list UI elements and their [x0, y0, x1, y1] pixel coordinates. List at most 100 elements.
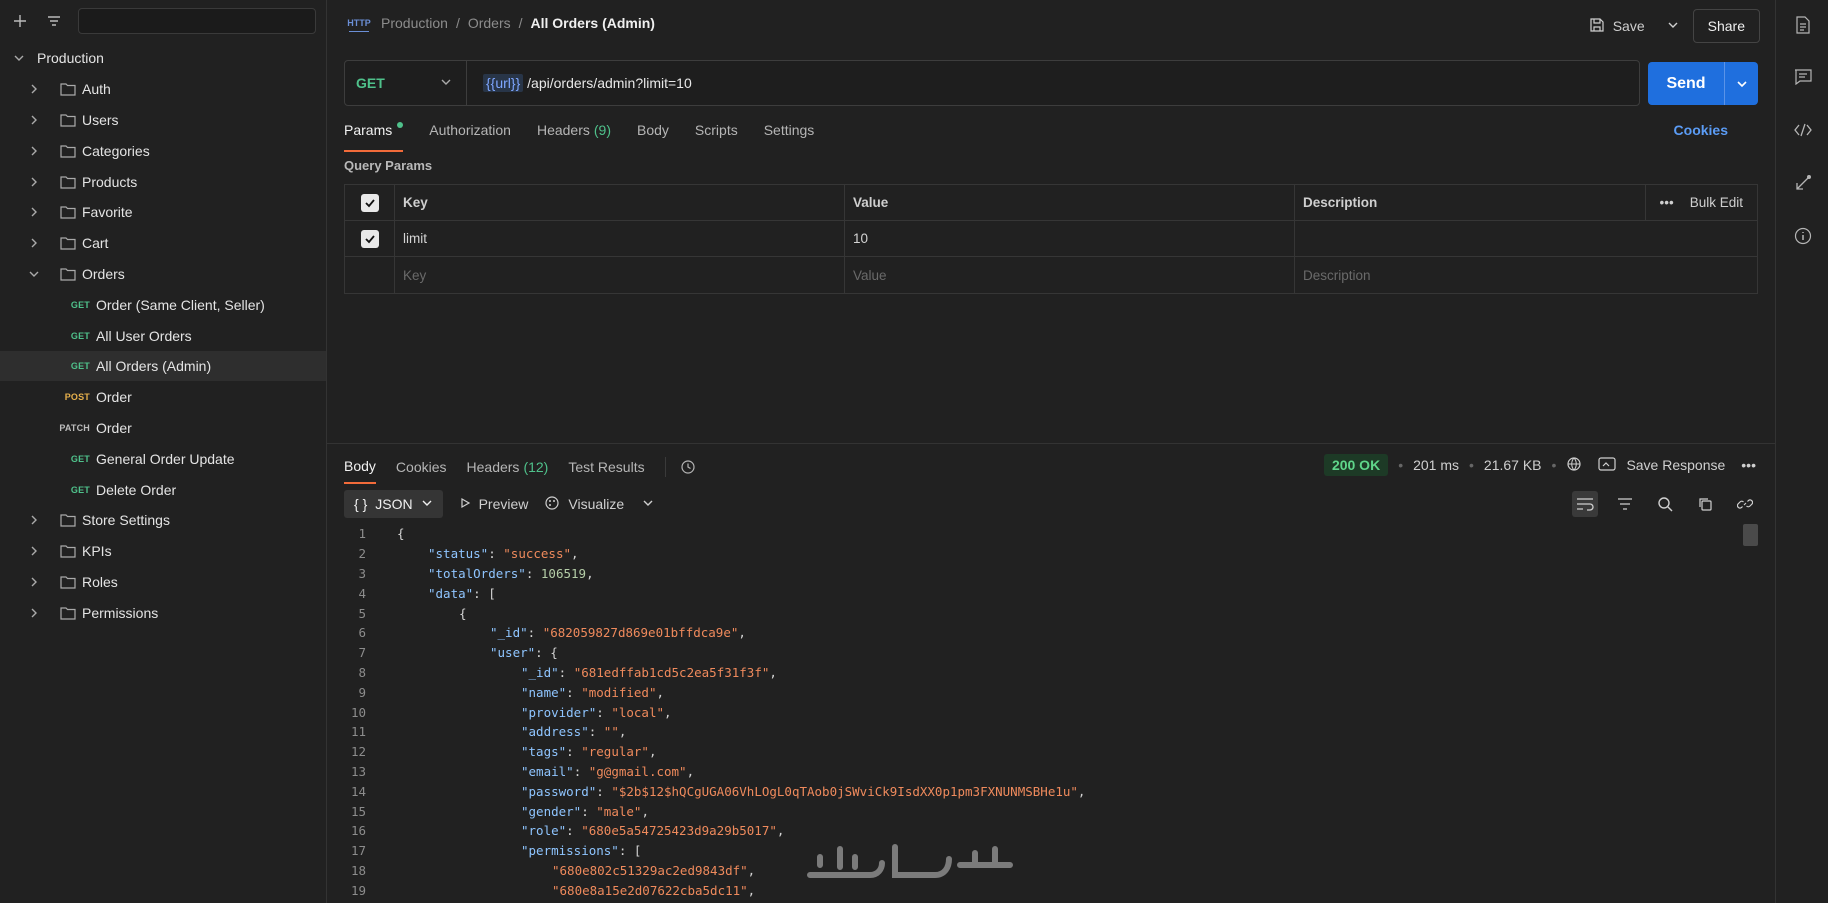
bulk-edit-button[interactable]: Bulk Edit: [1690, 195, 1743, 210]
collection-production[interactable]: Production: [0, 43, 326, 73]
code-text: "totalOrders": 106519,: [397, 566, 594, 581]
response-size[interactable]: 21.67 KB: [1484, 457, 1542, 473]
folder-store-settings[interactable]: Store Settings: [0, 505, 326, 535]
request-item[interactable]: POST Order: [0, 382, 326, 412]
row-check-cell: [345, 257, 395, 293]
wrap-lines-icon[interactable]: [1572, 491, 1598, 517]
plus-icon[interactable]: [10, 11, 30, 31]
response-body-code[interactable]: 1{2 "status": "success", 3 "totalOrders": 1…: [344, 524, 1758, 903]
related-collections-icon[interactable]: [1792, 172, 1814, 194]
comments-icon[interactable]: [1792, 66, 1814, 88]
tab-authorization[interactable]: Authorization: [429, 118, 511, 152]
format-select[interactable]: { } JSON: [344, 490, 443, 518]
method-select[interactable]: GET: [345, 61, 467, 105]
breadcrumb-collection[interactable]: Production: [381, 15, 448, 31]
documentation-icon[interactable]: [1792, 14, 1814, 36]
code-line: 17 "permissions": [: [344, 841, 1758, 861]
tab-response-headers[interactable]: Headers (12): [467, 450, 549, 484]
scrollbar-thumb[interactable]: [1743, 524, 1758, 546]
code-line: 5{: [344, 603, 1758, 623]
tab-params[interactable]: Params: [344, 118, 404, 152]
code-text: {: [397, 606, 467, 621]
tab-response-cookies[interactable]: Cookies: [396, 450, 447, 484]
filter-icon[interactable]: [1612, 491, 1638, 517]
folder-kpis[interactable]: KPIs: [0, 536, 326, 566]
folder-auth[interactable]: Auth: [0, 74, 326, 104]
preview-button[interactable]: Preview: [459, 496, 528, 512]
folder-orders[interactable]: Orders: [0, 259, 326, 289]
folder-cart[interactable]: Cart: [0, 228, 326, 258]
tab-headers[interactable]: Headers (9): [537, 118, 611, 152]
more-options-icon[interactable]: •••: [1660, 195, 1674, 210]
new-value-input[interactable]: Value: [845, 257, 1295, 293]
copy-icon[interactable]: [1692, 491, 1718, 517]
column-header-value: Value: [845, 185, 1295, 220]
more-options-icon[interactable]: •••: [1741, 457, 1756, 473]
history-icon[interactable]: [664, 457, 696, 477]
param-key-input[interactable]: limit: [395, 221, 845, 256]
tab-scripts[interactable]: Scripts: [695, 118, 738, 152]
chevron-down-icon: [440, 75, 452, 91]
request-item[interactable]: PATCH Order: [0, 413, 326, 443]
save-button[interactable]: Save: [1589, 17, 1679, 36]
link-icon[interactable]: [1732, 491, 1758, 517]
response-time[interactable]: 201 ms: [1413, 457, 1459, 473]
code-token: "g@gmail.com": [588, 763, 687, 779]
save-response-button[interactable]: Save Response: [1626, 457, 1725, 473]
code-token: : {: [535, 645, 558, 661]
response-meta: 200 OK • 201 ms • 21.67 KB • Save Respon…: [1323, 454, 1756, 476]
code-token: "_id": [490, 625, 528, 641]
chevron-down-icon[interactable]: [1724, 62, 1758, 105]
url-input[interactable]: {{url}} /api/orders/admin?limit=10: [467, 74, 692, 92]
folder-roles[interactable]: Roles: [0, 567, 326, 597]
param-value-input[interactable]: 10: [845, 221, 1295, 256]
share-button[interactable]: Share: [1692, 9, 1760, 43]
select-all-checkbox[interactable]: [360, 193, 379, 212]
request-item[interactable]: GET All User Orders: [0, 321, 326, 351]
filter-icon[interactable]: [44, 11, 64, 31]
send-button[interactable]: Send: [1648, 62, 1758, 105]
chevron-right-icon: [26, 512, 42, 528]
new-description-input[interactable]: Description: [1295, 257, 1757, 293]
folder-permissions[interactable]: Permissions: [0, 598, 326, 628]
chevron-right-icon: [26, 81, 42, 97]
row-checkbox[interactable]: [360, 229, 379, 248]
tab-test-results[interactable]: Test Results: [568, 450, 644, 484]
code-token: 106519: [540, 565, 587, 581]
tab-settings[interactable]: Settings: [764, 118, 815, 152]
tab-response-body[interactable]: Body: [344, 450, 376, 484]
breadcrumb-request[interactable]: All Orders (Admin): [531, 15, 655, 31]
send-label: Send: [1666, 74, 1706, 92]
chevron-down-icon[interactable]: [1667, 18, 1679, 34]
status-badge[interactable]: 200 OK: [1323, 454, 1389, 476]
code-token: "address": [521, 724, 589, 740]
sidebar-search-input[interactable]: [78, 8, 316, 34]
request-item[interactable]: GET Delete Order: [0, 475, 326, 505]
folder-icon: [60, 267, 76, 281]
folder-categories[interactable]: Categories: [0, 136, 326, 166]
folder-products[interactable]: Products: [0, 167, 326, 197]
visualize-button[interactable]: Visualize: [544, 495, 654, 514]
code-text: "data": [: [397, 586, 496, 601]
code-line: 18 "680e802c51329ac2ed9843df",: [344, 861, 1758, 881]
request-item-active[interactable]: GET All Orders (Admin): [0, 351, 326, 381]
param-description-input[interactable]: [1295, 221, 1757, 256]
code-text: "password": "$2b$12$hQCgUGA06VhLOgL0qTAo…: [397, 784, 1085, 799]
folder-icon: [60, 82, 76, 96]
breadcrumb-folder[interactable]: Orders: [468, 15, 511, 31]
search-icon[interactable]: [1652, 491, 1678, 517]
code-token: :: [488, 546, 504, 562]
code-icon[interactable]: [1792, 119, 1814, 141]
request-item[interactable]: GET General Order Update: [0, 444, 326, 474]
code-token: "tags": [521, 744, 567, 760]
chevron-down-icon[interactable]: [642, 496, 654, 512]
info-icon[interactable]: [1792, 225, 1814, 247]
new-key-input[interactable]: Key: [395, 257, 845, 293]
globe-icon[interactable]: [1566, 456, 1582, 475]
code-text: "user": {: [397, 645, 558, 660]
request-item[interactable]: GET Order (Same Client, Seller): [0, 290, 326, 320]
folder-users[interactable]: Users: [0, 105, 326, 135]
cookies-link[interactable]: Cookies: [1674, 122, 1728, 138]
tab-body[interactable]: Body: [637, 118, 669, 152]
folder-favorite[interactable]: Favorite: [0, 197, 326, 227]
